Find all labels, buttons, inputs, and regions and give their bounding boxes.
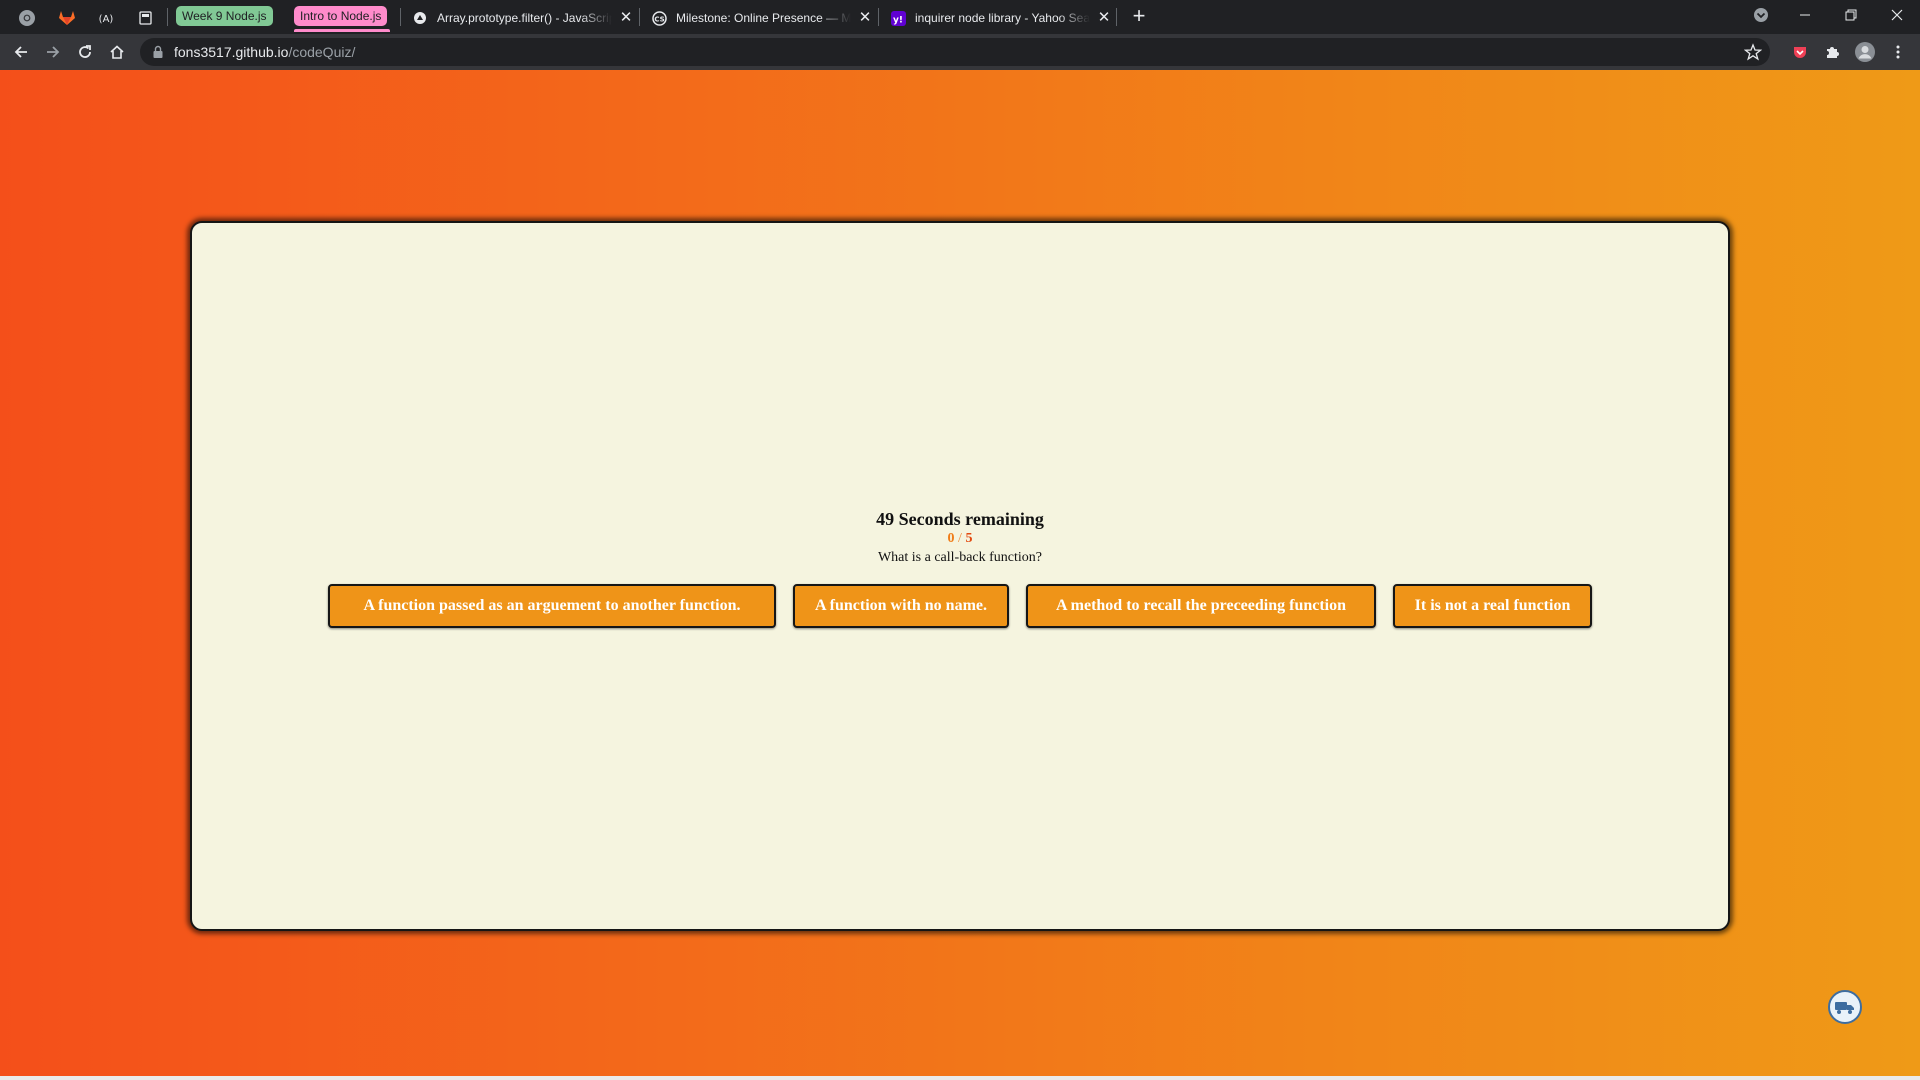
quiz-card: 49 Seconds remaining 0 / 5 What is a cal… — [190, 221, 1730, 931]
tab-group-week9[interactable]: Week 9 Node.js — [176, 6, 273, 26]
yahoo-icon: y! — [890, 10, 906, 26]
tab-group-underline — [294, 29, 390, 32]
pinned-tab-angular[interactable]: (A) — [88, 5, 124, 31]
pocket-extension-button[interactable] — [1786, 38, 1814, 66]
answer-list: A function passed as an arguement to ano… — [192, 584, 1728, 628]
tab-title: Array.prototype.filter() - JavaScript | … — [437, 11, 612, 25]
timer-text: 49 Seconds remaining — [876, 509, 1044, 529]
quiz-header: 49 Seconds remaining 0 / 5 What is a cal… — [192, 508, 1728, 567]
answer-button-1[interactable]: A function passed as an arguement to ano… — [328, 584, 776, 628]
minimize-icon — [1800, 14, 1810, 16]
tab-title: Milestone: Online Presence — Module — [676, 11, 851, 25]
profile-button[interactable] — [1851, 38, 1879, 66]
back-button[interactable] — [7, 38, 35, 66]
arrow-right-icon — [47, 46, 60, 58]
new-tab-button[interactable]: + — [1126, 5, 1152, 29]
angular-bracket-icon: (A) — [99, 14, 114, 25]
tab-close-icon[interactable]: ✕ — [618, 10, 634, 26]
url-host: fons3517.github.io — [174, 44, 289, 60]
url-path: /codeQuiz/ — [288, 44, 356, 60]
score-separator: / — [954, 531, 966, 546]
home-button[interactable] — [103, 38, 131, 66]
tab-separator — [878, 8, 879, 26]
tab-milestone[interactable]: CS Milestone: Online Presence — Module ✕ — [651, 4, 873, 32]
restore-icon — [1845, 9, 1857, 21]
answer-button-2[interactable]: A function with no name. — [793, 584, 1009, 628]
tab-strip: (A) Week 9 Node.js Intro to Node.js Arra… — [0, 0, 1920, 34]
lock-icon — [153, 45, 163, 58]
pinned-tab-chrome[interactable] — [9, 5, 45, 31]
svg-text:(A): (A) — [99, 14, 114, 25]
answer-button-3[interactable]: A method to recall the preceeding functi… — [1026, 584, 1376, 628]
notebook-icon — [139, 11, 152, 25]
gitlab-icon — [59, 11, 75, 25]
tab-title: inquirer node library - Yahoo Search — [915, 11, 1090, 25]
tab-separator — [639, 8, 640, 26]
tab-search-button[interactable] — [1738, 0, 1784, 30]
pinned-tab-gitlab[interactable] — [49, 5, 85, 31]
pocket-icon — [1794, 47, 1806, 58]
svg-text:CS: CS — [654, 15, 664, 23]
kebab-menu-icon — [1896, 45, 1900, 59]
extensions-button[interactable] — [1818, 38, 1846, 66]
close-window-button[interactable] — [1874, 0, 1920, 30]
truck-icon — [1835, 1002, 1854, 1014]
reload-icon — [79, 45, 91, 58]
answer-button-4[interactable]: It is not a real function — [1393, 584, 1592, 628]
page-viewport: 49 Seconds remaining 0 / 5 What is a cal… — [0, 70, 1920, 1080]
tab-close-icon[interactable]: ✕ — [1096, 10, 1112, 26]
pinned-tab-notes[interactable] — [127, 5, 163, 31]
puzzle-icon — [1827, 47, 1839, 58]
tab-separator — [167, 8, 168, 26]
restore-button[interactable] — [1828, 0, 1874, 30]
minimize-button[interactable] — [1782, 0, 1828, 30]
score-value: 0 — [947, 531, 955, 546]
tab-separator — [1116, 8, 1117, 26]
browser-menu-button[interactable] — [1884, 38, 1912, 66]
browser-toolbar: fons3517.github.io/codeQuiz/ — [0, 34, 1920, 70]
bookmark-star-icon[interactable] — [1744, 43, 1762, 61]
floating-extension-button[interactable] — [1828, 990, 1862, 1024]
reload-button[interactable] — [71, 38, 99, 66]
home-icon — [110, 45, 124, 59]
score-counter: 0 / 5 — [192, 530, 1728, 548]
tab-mdn-filter[interactable]: Array.prototype.filter() - JavaScript | … — [412, 4, 634, 32]
mdn-icon — [412, 10, 428, 26]
svg-text:y!: y! — [893, 15, 903, 25]
tab-separator — [400, 8, 401, 26]
forward-button[interactable] — [39, 38, 67, 66]
url-text: fons3517.github.io/codeQuiz/ — [174, 38, 355, 66]
tab-close-icon[interactable]: ✕ — [857, 10, 873, 26]
taskbar-edge — [0, 1076, 1920, 1080]
score-total: 5 — [965, 531, 973, 546]
chevron-down-circle-icon — [1754, 8, 1768, 22]
tab-group-intro-node[interactable]: Intro to Node.js — [294, 6, 388, 26]
chrome-icon — [19, 10, 35, 26]
codesignal-icon: CS — [651, 10, 667, 26]
tab-yahoo-search[interactable]: y! inquirer node library - Yahoo Search … — [890, 4, 1112, 32]
arrow-left-icon — [14, 46, 27, 58]
address-bar[interactable]: fons3517.github.io/codeQuiz/ — [140, 38, 1770, 66]
avatar-icon — [1855, 42, 1875, 62]
question-text: What is a call-back function? — [877, 550, 1043, 565]
close-icon — [1891, 9, 1903, 21]
